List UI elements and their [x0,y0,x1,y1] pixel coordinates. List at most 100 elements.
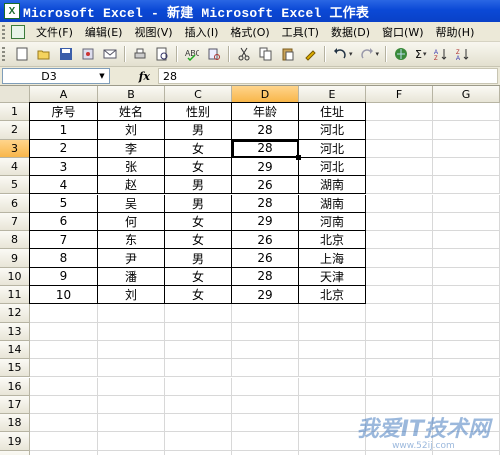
workbook-menu-icon[interactable] [11,24,25,39]
cell-a15[interactable] [30,359,98,378]
column-header-d[interactable]: D [232,86,299,103]
column-header-a[interactable]: A [30,86,98,103]
menu-view[interactable]: 视图(V) [130,24,176,40]
cell-c3[interactable]: 女 [165,139,232,158]
column-header-b[interactable]: B [98,86,165,103]
cell-a16[interactable] [30,377,98,396]
cell-g8[interactable] [433,231,500,250]
cell-g7[interactable] [433,212,500,232]
cell-c2[interactable]: 男 [165,121,232,140]
cell-d3[interactable]: 28 [232,139,299,158]
cell-e14[interactable] [299,340,366,360]
cell-d20[interactable] [232,450,299,455]
cell-a6[interactable]: 5 [30,194,98,213]
cell-b15[interactable] [98,359,165,378]
cell-d19[interactable] [232,432,299,451]
menu-edit[interactable]: 编辑(E) [81,24,127,40]
cell-e13[interactable] [299,322,366,341]
cell-e15[interactable] [299,359,366,378]
cell-f9[interactable] [366,249,433,268]
cell-b4[interactable]: 张 [98,157,165,177]
cell-d18[interactable] [232,414,299,433]
cell-e11[interactable]: 北京 [299,286,366,305]
cell-d9[interactable]: 26 [232,249,299,268]
row-header-11[interactable]: 11 [0,286,30,305]
cell-a9[interactable]: 8 [30,249,98,268]
row-header-15[interactable]: 15 [0,359,30,378]
cell-d12[interactable] [232,304,299,323]
cell-b13[interactable] [98,322,165,341]
cell-a8[interactable]: 7 [30,231,98,250]
menu-window[interactable]: 窗口(W) [378,24,427,40]
cell-b20[interactable] [98,450,165,455]
row-header-19[interactable]: 19 [0,432,30,451]
cell-f13[interactable] [366,322,433,341]
cell-a7[interactable]: 6 [30,212,98,232]
cell-f6[interactable] [366,194,433,213]
cell-b14[interactable] [98,340,165,360]
cell-g1[interactable] [433,103,500,122]
row-header-7[interactable]: 7 [0,212,30,232]
open-folder-icon[interactable] [36,46,52,62]
cell-g9[interactable] [433,249,500,268]
cell-a3[interactable]: 2 [30,139,98,158]
column-header-e[interactable]: E [299,86,366,103]
cell-g4[interactable] [433,157,500,177]
permission-icon[interactable] [80,46,96,62]
cut-icon[interactable] [236,46,252,62]
menu-data[interactable]: 数据(D) [327,24,374,40]
cell-b16[interactable] [98,377,165,396]
cell-c20[interactable] [165,450,232,455]
cell-a1[interactable]: 序号 [30,103,98,122]
cell-c6[interactable]: 男 [165,194,232,213]
cell-c1[interactable]: 性别 [165,103,232,122]
excel-app-icon[interactable]: X [4,3,20,19]
cell-g16[interactable] [433,377,500,396]
cell-d17[interactable] [232,395,299,415]
cell-c12[interactable] [165,304,232,323]
menu-format[interactable]: 格式(O) [226,24,273,40]
cell-g5[interactable] [433,176,500,195]
cell-d16[interactable] [232,377,299,396]
cell-f20[interactable] [366,450,433,455]
cell-c10[interactable]: 女 [165,267,232,286]
row-header-9[interactable]: 9 [0,249,30,268]
insert-function-icon[interactable]: fx [110,70,158,83]
select-all-corner[interactable] [0,86,30,103]
cell-d10[interactable]: 28 [232,267,299,286]
new-file-icon[interactable] [14,46,30,62]
cell-g14[interactable] [433,340,500,360]
cell-e4[interactable]: 河北 [299,157,366,177]
column-header-g[interactable]: G [433,86,500,103]
formula-input[interactable]: 28 [158,68,498,84]
cell-d2[interactable]: 28 [232,121,299,140]
cell-a12[interactable] [30,304,98,323]
cell-a4[interactable]: 3 [30,157,98,177]
cell-b12[interactable] [98,304,165,323]
row-header-8[interactable]: 8 [0,231,30,250]
cell-a11[interactable]: 10 [30,286,98,305]
cell-f8[interactable] [366,231,433,250]
cell-f3[interactable] [366,139,433,158]
format-painter-icon[interactable] [302,46,318,62]
cell-e2[interactable]: 河北 [299,121,366,140]
cell-f5[interactable] [366,176,433,195]
cell-c14[interactable] [165,340,232,360]
menu-insert[interactable]: 插入(I) [181,24,223,40]
cell-f1[interactable] [366,103,433,122]
cell-e7[interactable]: 河南 [299,212,366,232]
cell-c9[interactable]: 男 [165,249,232,268]
cell-e9[interactable]: 上海 [299,249,366,268]
cell-f15[interactable] [366,359,433,378]
menu-grip-handle[interactable] [2,24,5,39]
cell-f11[interactable] [366,286,433,305]
cell-a5[interactable]: 4 [30,176,98,195]
hyperlink-icon[interactable] [393,46,409,62]
redo-dropdown-icon[interactable]: ▾ [376,50,380,58]
undo-icon[interactable] [332,46,348,62]
undo-dropdown-icon[interactable]: ▾ [349,50,353,58]
cell-c11[interactable]: 女 [165,286,232,305]
cell-a20[interactable] [30,450,98,455]
cell-c13[interactable] [165,322,232,341]
column-header-f[interactable]: F [366,86,433,103]
